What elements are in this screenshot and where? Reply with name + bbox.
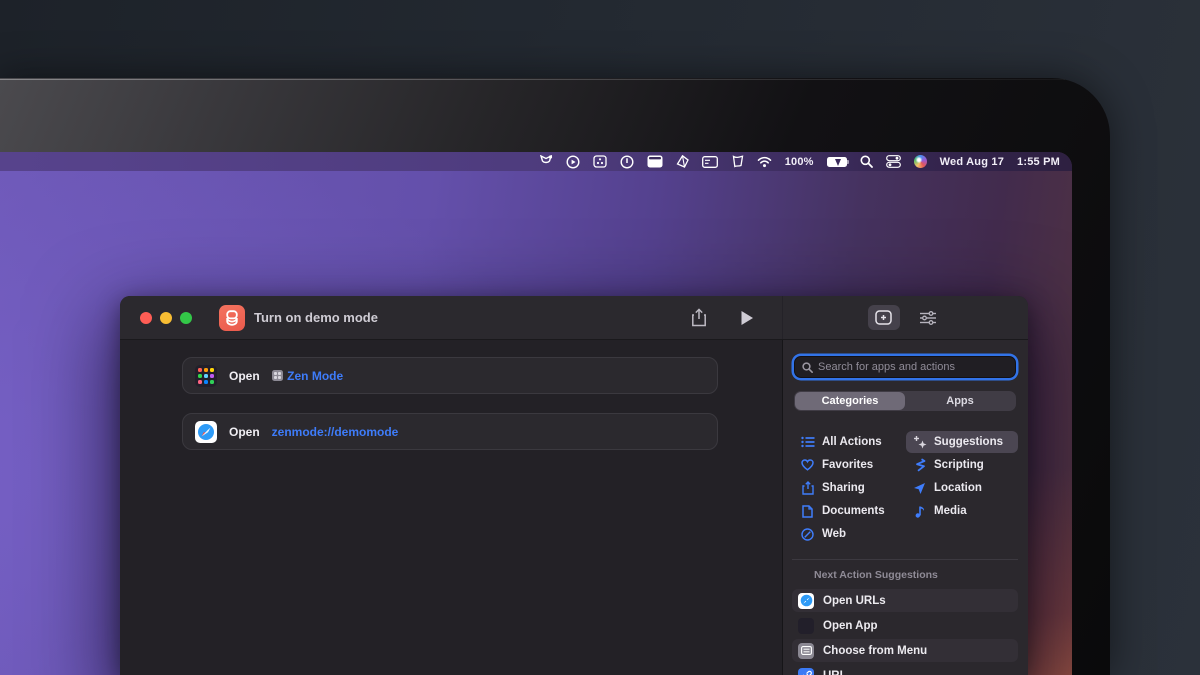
shortcuts-window: Turn on demo mode [120,296,1028,675]
action-verb: Open [229,369,260,383]
category-scripting[interactable]: Scripting [906,454,1018,476]
action-value: Zen Mode [287,369,343,383]
action-library-icon[interactable] [868,305,900,330]
title-bar: Turn on demo mode [120,296,1028,340]
category-documents[interactable]: Documents [794,500,906,522]
suggestions-header: Next Action Suggestions [814,569,1018,581]
color-orb-icon[interactable] [914,155,927,168]
share-icon[interactable] [688,307,710,329]
card-icon[interactable] [702,155,718,169]
category-list: All Actions Favorites Sharing [794,431,1018,545]
minimize-button[interactable] [160,312,172,324]
run-icon[interactable] [736,307,758,329]
menu-bar-date[interactable]: Wed Aug 17 [940,156,1004,168]
category-media[interactable]: Media [906,500,1018,522]
shortcut-app-icon [219,305,245,331]
search-input[interactable] [818,361,1008,373]
mini-app-icon [272,370,284,382]
heart-icon [800,459,815,471]
category-label: Favorites [822,459,873,471]
control-center-icon[interactable] [886,155,901,169]
document-icon [800,505,815,518]
desktop: 100% Wed Aug 17 1:55 PM [0,152,1072,675]
location-arrow-icon [912,482,927,495]
battery-icon [827,157,847,167]
shape-icon[interactable] [676,155,689,169]
menu-bar: 100% Wed Aug 17 1:55 PM [0,152,1072,171]
safari-icon [798,593,814,609]
suggestions-list: Open URLs Open App Choos [792,589,1018,675]
tab-categories[interactable]: Categories [795,392,905,410]
category-label: Sharing [822,482,865,494]
category-suggestions[interactable]: Suggestions [906,431,1018,453]
battery-percent: 100% [785,156,814,168]
suggestion-url[interactable]: URL [792,664,1018,675]
category-all-actions[interactable]: All Actions [794,431,906,453]
suggestion-label: Open URLs [823,595,886,607]
monitor-bezel: 100% Wed Aug 17 1:55 PM [0,78,1110,675]
sparkle-icon [912,435,927,449]
suggestion-open-app[interactable]: Open App [792,614,1018,637]
link-icon [798,668,814,675]
action-open-url[interactable]: Open zenmode://demomode [182,413,718,450]
suggestion-label: Choose from Menu [823,645,927,657]
app-grid-icon [195,365,217,387]
search-icon [802,362,813,373]
action-editor: Open Zen Mode Open zenmode://demomode [120,340,783,675]
tab-apps[interactable]: Apps [905,392,1015,410]
category-web[interactable]: Web [794,523,906,545]
sliders-icon[interactable] [912,305,944,330]
dots-device-icon[interactable] [593,155,607,169]
window-title: Turn on demo mode [254,310,378,325]
category-label: Web [822,528,846,540]
action-url-value[interactable]: zenmode://demomode [272,425,399,439]
category-favorites[interactable]: Favorites [794,454,906,476]
script-icon [912,458,927,472]
category-label: All Actions [822,436,882,448]
menu-card-icon [798,643,814,659]
paw-icon[interactable] [539,155,553,169]
app-grid-icon [798,618,814,634]
action-verb: Open [229,425,260,439]
suggestion-label: Open App [823,620,878,632]
category-location[interactable]: Location [906,477,1018,499]
play-circle-icon[interactable] [566,155,580,169]
safari-compass-icon [800,528,815,541]
suggestion-choose-from-menu[interactable]: Choose from Menu [792,639,1018,662]
safari-icon [195,421,217,443]
active-app-icon[interactable] [647,155,663,169]
category-sharing[interactable]: Sharing [794,477,906,499]
close-button[interactable] [140,312,152,324]
category-label: Documents [822,505,885,517]
power-circle-icon[interactable] [620,155,634,169]
search-field[interactable] [794,356,1016,378]
traffic-lights [140,312,192,324]
flag-icon[interactable] [731,155,744,169]
action-app-token[interactable]: Zen Mode [272,369,344,383]
category-label: Suggestions [934,436,1003,448]
library-tabs: Categories Apps [794,391,1016,411]
menu-bar-time[interactable]: 1:55 PM [1017,156,1060,168]
list-bullet-icon [800,436,815,448]
suggestion-label: URL [823,670,847,675]
category-label: Media [934,505,967,517]
search-icon[interactable] [860,155,873,169]
action-open-app[interactable]: Open Zen Mode [182,357,718,394]
share-icon [800,481,815,495]
sidebar-divider [792,559,1018,560]
music-note-icon [912,505,927,518]
suggestion-open-urls[interactable]: Open URLs [792,589,1018,612]
action-library-sidebar: Categories Apps All Actions Favorites [783,340,1028,675]
category-label: Scripting [934,459,984,471]
category-label: Location [934,482,982,494]
wifi-icon[interactable] [757,155,772,169]
zoom-button[interactable] [180,312,192,324]
